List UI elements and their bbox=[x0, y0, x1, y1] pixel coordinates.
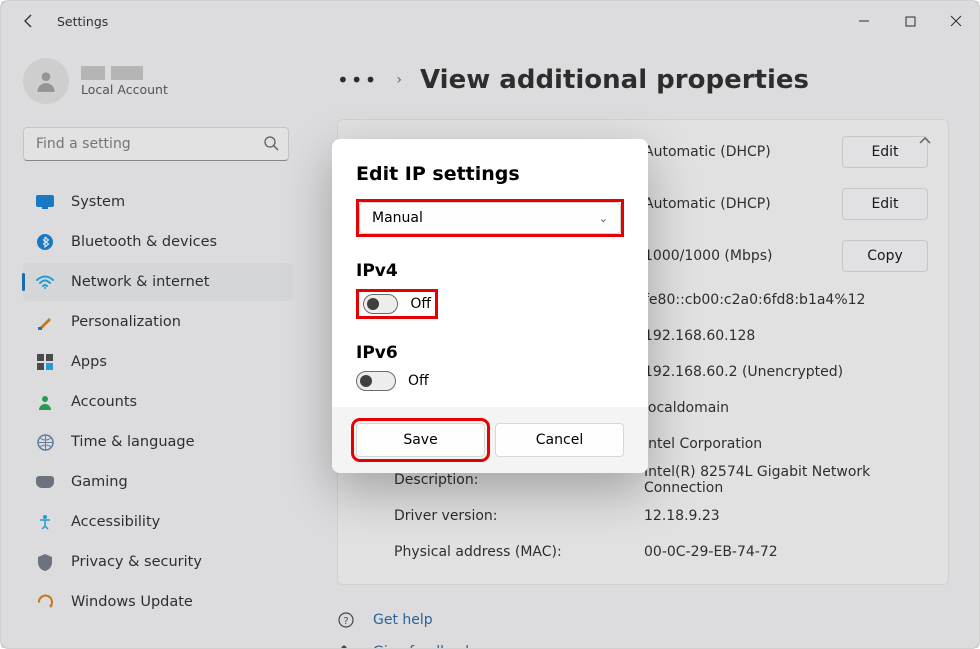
modal-title: Edit IP settings bbox=[356, 163, 624, 185]
chevron-down-icon: ⌄ bbox=[599, 212, 608, 225]
ipv6-label: IPv6 bbox=[356, 343, 624, 363]
ip-mode-select[interactable]: Manual ⌄ bbox=[359, 202, 621, 234]
settings-window: Settings Local Account bbox=[0, 0, 980, 649]
modal-footer: Save Cancel bbox=[332, 407, 648, 473]
select-value: Manual bbox=[372, 210, 423, 226]
ipv6-toggle[interactable] bbox=[356, 371, 396, 391]
ipv4-toggle[interactable] bbox=[363, 294, 398, 314]
modal-overlay: Edit IP settings Manual ⌄ IPv4 Off IPv6 … bbox=[1, 1, 979, 648]
ipv4-toggle-highlight: Off bbox=[356, 289, 438, 319]
ipv4-state: Off bbox=[410, 296, 431, 312]
ipv4-label: IPv4 bbox=[356, 261, 624, 281]
cancel-button[interactable]: Cancel bbox=[495, 423, 624, 457]
mode-select-highlight: Manual ⌄ bbox=[356, 199, 624, 237]
save-button[interactable]: Save bbox=[356, 423, 485, 457]
ipv6-toggle-row: Off bbox=[356, 371, 624, 391]
ipv6-state: Off bbox=[408, 373, 429, 389]
edit-ip-modal: Edit IP settings Manual ⌄ IPv4 Off IPv6 … bbox=[332, 139, 648, 473]
